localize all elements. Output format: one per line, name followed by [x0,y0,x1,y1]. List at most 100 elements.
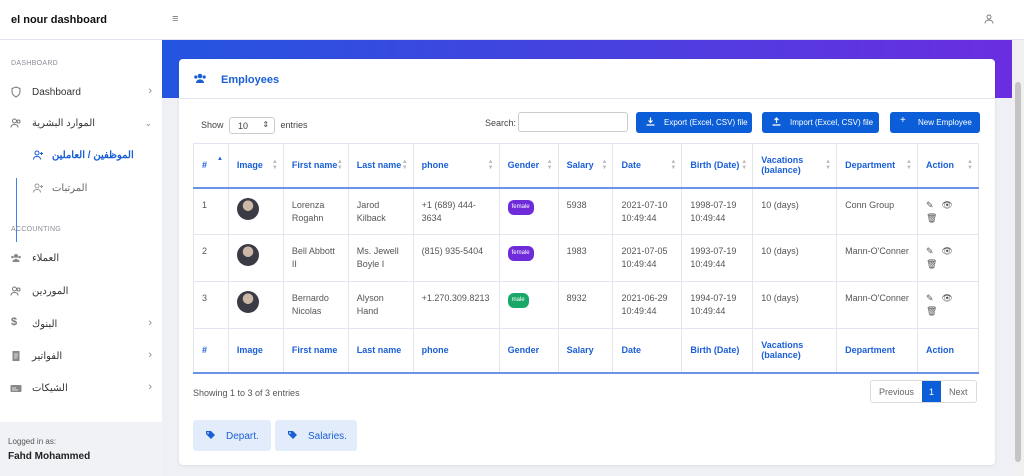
delete-icon[interactable]: 🗑 [926,258,937,271]
column-header[interactable]: Last name ▲ ▼ [347,143,414,188]
sidebar-item-label: المرتبات [52,183,88,194]
shield-icon [10,86,22,98]
select-arrows-icon: ⇕ [262,120,270,129]
cell-gender: male [498,281,559,329]
sidebar-item-invoices[interactable]: الفواتير › [0,345,162,371]
export-button[interactable]: Export (Excel, CSV) file [636,112,752,133]
sort-icon: ▲ [216,156,223,162]
delete-icon[interactable]: 🗑 [926,212,937,225]
card-header: Employees [179,59,995,99]
cheque-icon [10,382,22,394]
column-header[interactable]: # ▲ [193,143,229,188]
cell-gender: female [498,187,559,235]
sidebar-item-banks[interactable]: $ البنوك › [0,313,162,339]
depart-button[interactable]: Depart. [193,420,271,451]
sort-icon: ▲ ▼ [967,159,973,171]
sidebar-section-accounting: ACCOUNTING [11,226,62,233]
cell-date: 2021-07-10 10:49:44 [612,187,683,235]
download-icon [646,117,655,128]
column-header[interactable]: Gender ▲ ▼ [498,143,559,188]
column-header[interactable]: First name ▲ ▼ [282,143,349,188]
scrollbar-thumb[interactable] [1015,82,1021,462]
avatar[interactable] [236,197,259,220]
app-title[interactable]: el nour dashboard [11,14,107,26]
edit-icon[interactable]: ✎ [926,245,934,258]
entries-length-control: Show 10 ⇕ entries [201,117,308,134]
sidebar-item-cheques[interactable]: الشيكات › [0,377,162,403]
sidebar-item-dashboard[interactable]: Dashboard › [0,81,162,107]
view-icon[interactable]: 👁 [942,292,953,305]
cell-gender: female [498,234,559,282]
avatar[interactable] [236,291,259,313]
column-footer: Action [917,328,979,373]
cell-image [227,281,284,329]
plus-icon: + [900,115,906,126]
table-row: 3 Bernardo Nicolas Alyson Hand +1.270.30… [193,281,979,329]
cell-last-name: Alyson Hand [347,281,414,329]
cell-date: 2021-06-29 10:49:44 [612,281,683,329]
page-scrollbar[interactable] [1012,40,1024,476]
sidebar-item-salaries[interactable]: المرتبات [0,177,162,203]
search-label: Search: [485,118,517,128]
avatar[interactable] [236,244,259,266]
cell-department: Mann-O'Conner [836,234,918,282]
new-employee-label: New Employee [918,118,972,127]
cell-id: 2 [193,234,229,282]
previous-button[interactable]: Previous [871,381,922,402]
cell-phone: +1 (689) 444-3634 [412,187,500,235]
edit-icon[interactable]: ✎ [926,199,934,212]
depart-label: Depart. [226,431,259,442]
export-label: Export (Excel, CSV) file [664,118,748,127]
chevron-right-icon: › [148,317,152,329]
salaries-label: Salaries. [308,431,347,442]
user-plus-icon [32,149,44,161]
pagination: Previous 1 Next [870,380,977,403]
gender-badge: male [507,293,529,308]
column-header[interactable]: Birth (Date) ▲ ▼ [681,143,754,188]
import-button[interactable]: Import (Excel, CSV) file [762,112,879,133]
sort-icon: ▲ ▼ [401,159,408,171]
column-header[interactable]: Vacations (balance) ▲ ▼ [752,143,838,188]
sort-icon: ▲ ▼ [336,159,343,171]
search-input[interactable] [518,112,628,132]
sidebar-item-employees[interactable]: الموظفين / العاملين [0,144,162,170]
users-icon [10,285,22,297]
column-footer: phone [412,328,500,373]
sidebar-item-label: البنوك [32,319,58,330]
chevron-right-icon: › [148,349,152,361]
view-icon[interactable]: 👁 [942,245,953,258]
sidebar-section-dashboard: DASHBOARD [11,60,59,67]
column-header[interactable]: Department ▲ ▼ [836,143,918,188]
next-button[interactable]: Next [941,381,976,402]
menu-toggle-icon[interactable]: ≡ [172,13,178,25]
view-icon[interactable]: 👁 [942,199,953,212]
chevron-right-icon: › [148,85,152,97]
column-header[interactable]: Image ▲ ▼ [227,143,284,188]
table-row: 1 Lorenza Rogahn Jarod Kilback +1 (689) … [193,187,979,235]
cell-id: 1 [193,187,229,235]
sidebar-item-suppliers[interactable]: الموردين [0,280,162,306]
sort-icon: ▲ ▼ [271,159,278,171]
user-icon[interactable] [984,14,994,26]
cell-last-name: Jarod Kilback [347,187,414,235]
sidebar-item-hr[interactable]: الموارد البشرية ⌄ [0,112,162,138]
column-header[interactable]: Action ▲ ▼ [917,143,979,188]
entries-select[interactable]: 10 ⇕ [229,117,276,134]
salaries-button[interactable]: Salaries. [275,420,357,451]
gender-badge: female [507,246,534,261]
cell-vacations: 10 (days) [752,234,838,282]
logged-in-user: Fahd Mohammed [8,451,91,462]
page-1-button[interactable]: 1 [922,381,942,402]
employees-table: # ▲ Image ▲ ▼ First name ▲ ▼ Last name ▲ ▼ phon… [193,143,979,374]
delete-icon[interactable]: 🗑 [926,305,937,318]
column-header[interactable]: Salary ▲ ▼ [557,143,614,188]
edit-icon[interactable]: ✎ [926,292,934,305]
cell-vacations: 10 (days) [752,281,838,329]
sidebar-item-clients[interactable]: العملاء [0,247,162,273]
new-employee-button[interactable]: + New Employee [890,112,980,133]
column-header[interactable]: phone ▲ ▼ [412,143,500,188]
cell-action: ✎ 👁 🗑 [917,187,979,235]
column-header[interactable]: Date ▲ ▼ [612,143,683,188]
show-label: Show [201,119,224,130]
card-title: Employees [221,74,280,86]
